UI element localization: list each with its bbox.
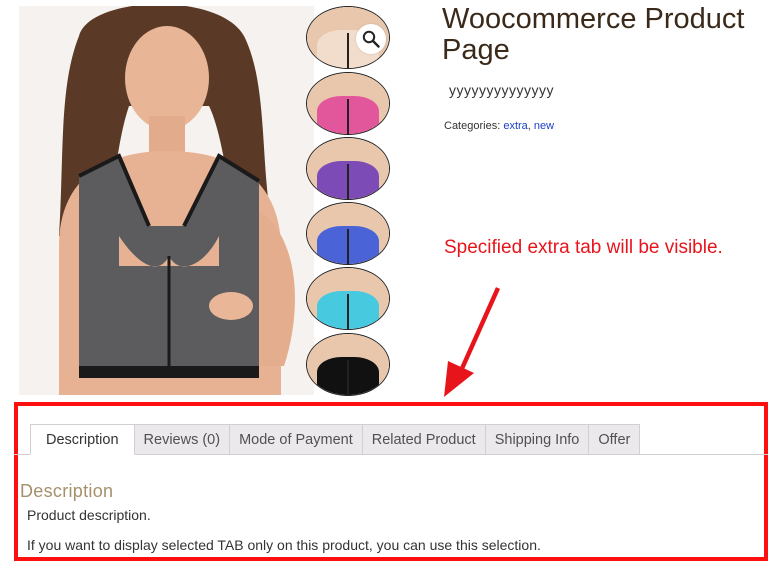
annotation-text: Specified extra tab will be visible. <box>444 237 723 258</box>
magnifier-icon <box>362 30 380 48</box>
thumbnail-5[interactable] <box>306 267 390 330</box>
category-link-extra[interactable]: extra <box>503 120 527 132</box>
categories-label: Categories: <box>444 120 501 132</box>
tab-reviews-0[interactable]: Reviews (0) <box>134 424 231 455</box>
tab-mode-of-payment[interactable]: Mode of Payment <box>230 424 363 455</box>
thumbnail-2[interactable] <box>306 72 390 135</box>
zoom-button[interactable] <box>356 24 386 54</box>
tab-shipping-info[interactable]: Shipping Info <box>485 424 590 455</box>
panel-paragraph: If you want to display selected TAB only… <box>27 537 541 553</box>
thumbnail-6[interactable] <box>306 333 390 396</box>
panel-heading: Description <box>20 481 114 501</box>
panel-paragraph: Product description. <box>27 507 151 523</box>
category-separator: , <box>527 120 531 132</box>
product-tabs: Description Reviews (0) Mode of Payment Rel… <box>30 424 641 455</box>
thumbnail-4[interactable] <box>306 202 390 265</box>
thumbnail-3[interactable] <box>306 137 390 200</box>
product-price: yyyyyyyyyyyyyy <box>449 82 554 98</box>
product-title: Woocommerce Product Page <box>442 3 745 66</box>
tab-offer[interactable]: Offer <box>589 424 641 455</box>
product-main-image[interactable] <box>19 6 314 395</box>
category-link-new[interactable]: new <box>534 120 554 132</box>
tab-related-product[interactable]: Related Product <box>362 424 486 455</box>
tab-description[interactable]: Description <box>30 424 135 455</box>
product-categories: Categories: extra, new <box>444 120 554 132</box>
annotation-arrow-icon <box>444 287 501 397</box>
